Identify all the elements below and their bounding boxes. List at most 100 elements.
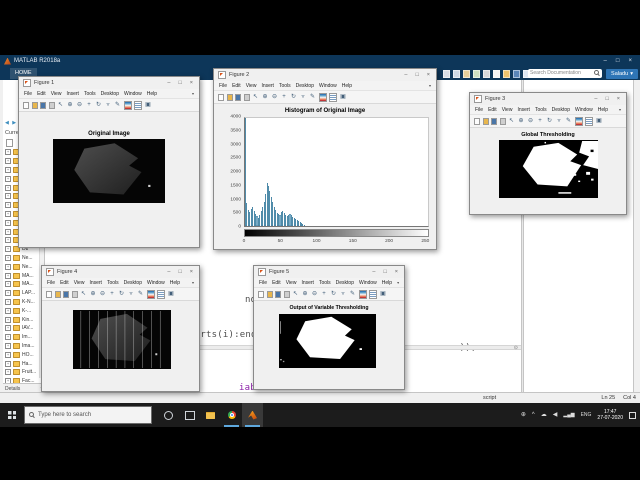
- expander-icon[interactable]: +: [5, 219, 11, 226]
- cut-icon[interactable]: [443, 70, 450, 78]
- figure1-titlebar[interactable]: Figure 1 – □ ×: [19, 77, 199, 89]
- zoom-in-icon[interactable]: ⊕: [67, 102, 74, 109]
- close-button[interactable]: ×: [395, 266, 398, 278]
- expander-icon[interactable]: +: [5, 158, 11, 165]
- network-globe-icon[interactable]: ⊕: [521, 403, 526, 427]
- menu-tools[interactable]: Tools: [84, 91, 96, 97]
- maximize-button[interactable]: □: [178, 77, 181, 89]
- minimize-button[interactable]: –: [167, 77, 170, 89]
- brush-icon[interactable]: ✎: [114, 102, 121, 109]
- expander-icon[interactable]: +: [5, 149, 11, 156]
- print-icon[interactable]: [283, 290, 290, 298]
- pan-icon[interactable]: +: [281, 94, 288, 101]
- print-icon[interactable]: [243, 93, 250, 101]
- file-tree-item[interactable]: + LAP...: [3, 289, 41, 298]
- save-icon[interactable]: [63, 290, 69, 298]
- save-icon[interactable]: [491, 117, 497, 125]
- expander-icon[interactable]: +: [5, 246, 11, 253]
- undo-icon[interactable]: [473, 70, 480, 78]
- zoom-out-icon[interactable]: ⊖: [76, 102, 83, 109]
- expander-icon[interactable]: +: [5, 184, 11, 191]
- file-tree-item[interactable]: + IAV...: [3, 324, 41, 333]
- matlab-taskbar-button[interactable]: [242, 403, 263, 427]
- open-folder-icon[interactable]: [31, 101, 38, 109]
- copy-icon[interactable]: [453, 70, 460, 78]
- documentation-search-input[interactable]: Search Documentation: [528, 68, 602, 78]
- insert-legend-icon[interactable]: [585, 116, 593, 126]
- file-tree-item[interactable]: + Ima...: [3, 342, 41, 351]
- open-folder-icon[interactable]: [482, 117, 489, 125]
- menu-view[interactable]: View: [51, 91, 62, 97]
- insert-colorbar-icon[interactable]: [358, 289, 367, 299]
- save-icon[interactable]: [235, 93, 241, 101]
- zoom-out-icon[interactable]: ⊖: [311, 291, 318, 298]
- close-button[interactable]: ×: [617, 93, 620, 105]
- expander-icon[interactable]: +: [5, 325, 11, 332]
- expander-icon[interactable]: +: [5, 334, 11, 341]
- maximize-button[interactable]: □: [415, 69, 418, 81]
- paste-icon[interactable]: [463, 70, 470, 78]
- zoom-in-icon[interactable]: ⊕: [518, 118, 525, 125]
- menu-file[interactable]: File: [259, 280, 267, 286]
- brush-icon[interactable]: ✎: [565, 118, 572, 125]
- figure2-titlebar[interactable]: Figure 2 – □ ×: [214, 69, 436, 81]
- menu-help[interactable]: Help: [170, 280, 180, 286]
- minimize-button[interactable]: –: [404, 69, 407, 81]
- expander-icon[interactable]: +: [5, 351, 11, 358]
- insert-legend-icon[interactable]: [134, 100, 142, 110]
- expander-icon[interactable]: +: [5, 298, 11, 305]
- maximize-button[interactable]: □: [616, 55, 620, 67]
- menu-overflow-icon[interactable]: ▾: [192, 91, 194, 96]
- open-folder-icon[interactable]: [54, 290, 61, 298]
- expander-icon[interactable]: +: [5, 166, 11, 173]
- minimize-button[interactable]: –: [594, 93, 597, 105]
- onedrive-cloud-icon[interactable]: ☁: [541, 403, 547, 427]
- close-button[interactable]: ×: [427, 69, 430, 81]
- new-document-icon[interactable]: [258, 290, 264, 298]
- menu-window[interactable]: Window: [124, 91, 142, 97]
- dock-icon[interactable]: ▣: [380, 291, 387, 298]
- menu-overflow-icon[interactable]: ▾: [397, 280, 399, 285]
- menu-view[interactable]: View: [74, 280, 85, 286]
- open-folder-icon[interactable]: [266, 290, 273, 298]
- expander-icon[interactable]: +: [5, 342, 11, 349]
- pan-icon[interactable]: +: [321, 291, 328, 298]
- minimize-button[interactable]: –: [372, 266, 375, 278]
- start-button[interactable]: [0, 403, 24, 427]
- file-tree-item[interactable]: + Ha...: [3, 359, 41, 368]
- menu-window[interactable]: Window: [359, 280, 377, 286]
- task-view-button[interactable]: [179, 403, 200, 427]
- figure5-titlebar[interactable]: Figure 5 – □ ×: [254, 266, 404, 278]
- cursor-icon[interactable]: ↖: [292, 291, 299, 298]
- folder-nav-arrows[interactable]: ◀ ▶: [5, 120, 17, 126]
- dock-icon[interactable]: ▣: [145, 102, 152, 109]
- pan-icon[interactable]: +: [86, 102, 93, 109]
- menu-tools[interactable]: Tools: [319, 280, 331, 286]
- menu-help[interactable]: Help: [342, 83, 352, 89]
- menu-overflow-icon[interactable]: ▾: [429, 83, 431, 88]
- datatip-icon[interactable]: ▿: [105, 102, 112, 109]
- maximize-button[interactable]: □: [178, 266, 181, 278]
- expander-icon[interactable]: +: [5, 237, 11, 244]
- menu-view[interactable]: View: [502, 107, 513, 113]
- menu-desktop[interactable]: Desktop: [124, 280, 142, 286]
- menu-desktop[interactable]: Desktop: [552, 107, 570, 113]
- new-script-icon[interactable]: [493, 70, 500, 78]
- file-tree-item[interactable]: + Ne...: [3, 262, 41, 271]
- zoom-out-icon[interactable]: ⊖: [527, 118, 534, 125]
- expander-icon[interactable]: +: [5, 369, 11, 376]
- expander-icon[interactable]: +: [5, 202, 11, 209]
- menu-help[interactable]: Help: [147, 91, 157, 97]
- menu-file[interactable]: File: [219, 83, 227, 89]
- print-icon[interactable]: [71, 290, 78, 298]
- datatip-icon[interactable]: ▿: [300, 94, 307, 101]
- zoom-out-icon[interactable]: ⊖: [99, 291, 106, 298]
- brush-icon[interactable]: ✎: [309, 94, 316, 101]
- search-icon[interactable]: [594, 70, 600, 76]
- file-tree-item[interactable]: + Ne...: [3, 254, 41, 263]
- dock-icon[interactable]: ▣: [168, 291, 175, 298]
- figure4-window[interactable]: Figure 4 – □ × File Edit View Insert Tools De…: [41, 265, 200, 392]
- datatip-icon[interactable]: ▿: [556, 118, 563, 125]
- cursor-icon[interactable]: ↖: [57, 102, 64, 109]
- file-tree-item[interactable]: + MA...: [3, 280, 41, 289]
